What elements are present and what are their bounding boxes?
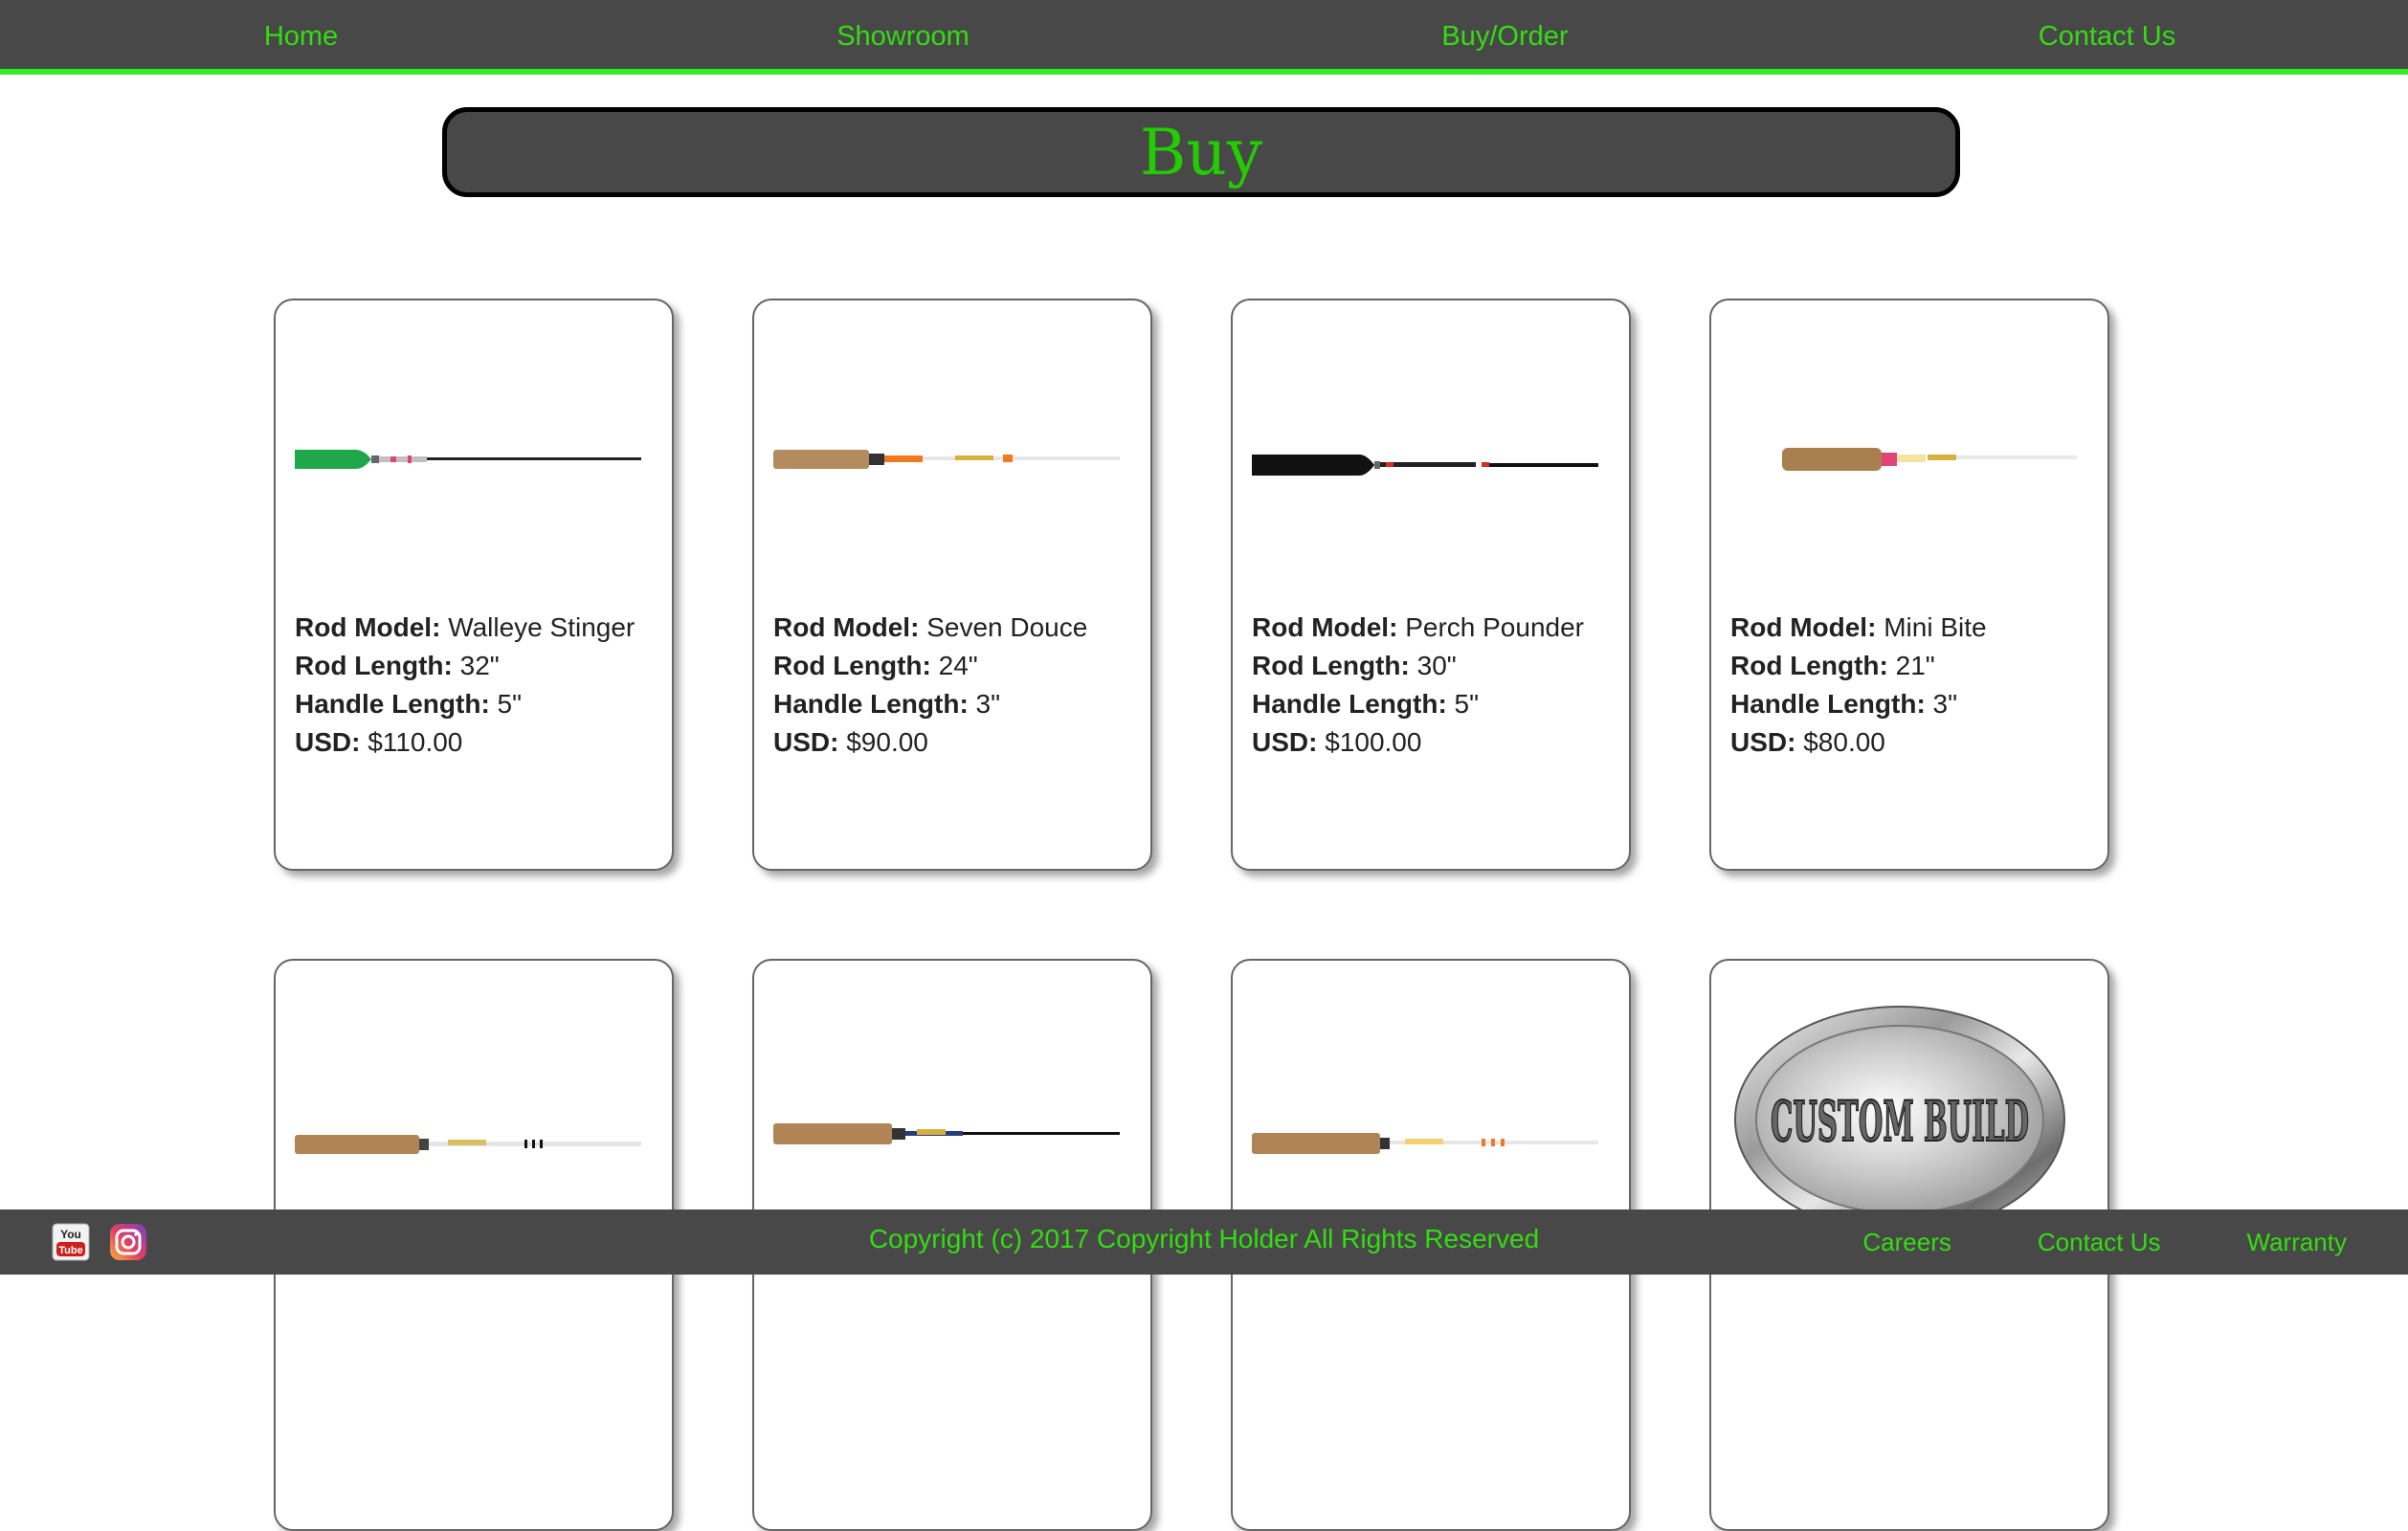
handle-length-label: Handle Length: — [773, 689, 969, 719]
product-card-walleye-stinger[interactable]: Rod Model: Walleye Stinger Rod Length: 3… — [274, 299, 674, 871]
rod-model-value: Walleye Stinger — [448, 612, 635, 642]
rod-length-label: Rod Length: — [773, 651, 931, 680]
green-handle-rod-image — [295, 450, 641, 469]
rod-length-value: 32" — [459, 651, 500, 680]
rod-length-value: 30" — [1416, 651, 1457, 680]
price-label: USD: — [773, 727, 839, 757]
rod-length-value: 21" — [1895, 651, 1935, 680]
rod-length-label: Rod Length: — [1730, 651, 1888, 680]
price-value: $80.00 — [1803, 727, 1885, 757]
page-title-banner: Buy — [442, 107, 1960, 197]
rod-length-label: Rod Length: — [295, 651, 453, 680]
handle-length-value: 5" — [1454, 689, 1480, 719]
rod-model-label: Rod Model: — [1730, 612, 1877, 642]
nav-contact-us-link[interactable]: Contact Us — [1806, 0, 2408, 69]
footer-links: Careers Contact Us Warranty — [1776, 1209, 2347, 1275]
nav-showroom-link[interactable]: Showroom — [602, 0, 1204, 69]
nav-buy-order-link[interactable]: Buy/Order — [1204, 0, 1806, 69]
page-title: Buy — [1139, 116, 1263, 189]
product-details: Rod Model: Mini Bite Rod Length: 21" Han… — [1730, 609, 1987, 762]
cork-handle-rod-image — [1252, 1133, 1598, 1154]
price-label: USD: — [295, 727, 361, 757]
rod-model-value: Perch Pounder — [1405, 612, 1584, 642]
rod-model-label: Rod Model: — [773, 612, 920, 642]
product-details: Rod Model: Seven Douce Rod Length: 24" H… — [773, 609, 1087, 762]
rod-model-value: Seven Douce — [926, 612, 1088, 642]
product-card-perch-pounder[interactable]: Rod Model: Perch Pounder Rod Length: 30"… — [1231, 299, 1631, 871]
footer-warranty-link[interactable]: Warranty — [2247, 1209, 2348, 1275]
product-card-seven-douce[interactable]: Rod Model: Seven Douce Rod Length: 24" H… — [752, 299, 1152, 871]
price-label: USD: — [1730, 727, 1796, 757]
cork-handle-rod-image — [773, 1123, 1120, 1144]
rod-model-label: Rod Model: — [1252, 612, 1398, 642]
price-value: $100.00 — [1325, 727, 1422, 757]
custom-build-badge-text: CUSTOM BUILD — [1771, 1089, 2029, 1154]
handle-length-label: Handle Length: — [1730, 689, 1926, 719]
rod-length-value: 24" — [938, 651, 978, 680]
short-cork-rod-image — [1782, 448, 2077, 471]
rod-model-label: Rod Model: — [295, 612, 441, 642]
custom-build-badge-image: CUSTOM BUILD — [1734, 1006, 2065, 1227]
footer: You Tube Copyright (c) 2017 Copyright Ho… — [0, 1209, 2408, 1275]
rod-length-label: Rod Length: — [1252, 651, 1410, 680]
handle-length-value: 3" — [1932, 689, 1958, 719]
top-nav: Home Showroom Buy/Order Contact Us — [0, 0, 2408, 75]
footer-contact-us-link[interactable]: Contact Us — [2038, 1209, 2161, 1275]
black-handle-rod-image — [1252, 455, 1598, 476]
handle-length-value: 3" — [975, 689, 1001, 719]
handle-length-value: 5" — [497, 689, 523, 719]
price-value: $90.00 — [846, 727, 928, 757]
nav-home-link[interactable]: Home — [0, 0, 602, 69]
cork-handle-rod-image — [295, 1135, 641, 1154]
price-value: $110.00 — [368, 727, 463, 757]
product-card-mini-bite[interactable]: Rod Model: Mini Bite Rod Length: 21" Han… — [1709, 299, 2109, 871]
handle-length-label: Handle Length: — [1252, 689, 1447, 719]
product-details: Rod Model: Perch Pounder Rod Length: 30"… — [1252, 609, 1584, 762]
product-details: Rod Model: Walleye Stinger Rod Length: 3… — [295, 609, 635, 762]
handle-length-label: Handle Length: — [295, 689, 490, 719]
rod-model-value: Mini Bite — [1884, 612, 1987, 642]
cork-handle-rod-image — [773, 450, 1120, 469]
footer-careers-link[interactable]: Careers — [1862, 1209, 1951, 1275]
price-label: USD: — [1252, 727, 1318, 757]
